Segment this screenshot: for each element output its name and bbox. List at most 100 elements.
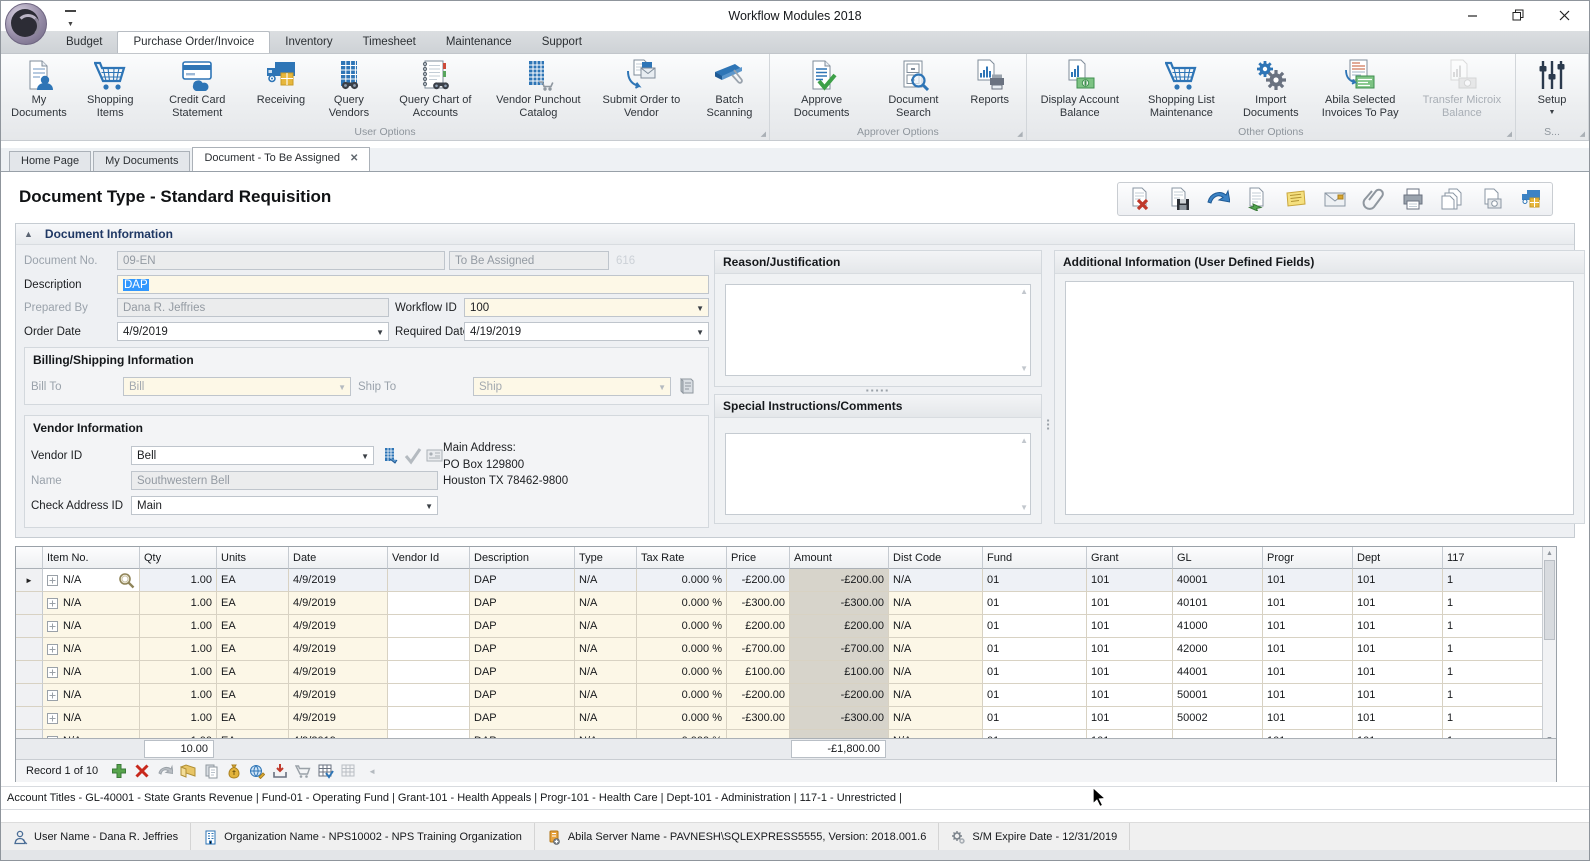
special-instructions-textarea[interactable]: ▲ ▼	[725, 433, 1031, 515]
column-header-gl[interactable]: GL	[1173, 547, 1263, 569]
cell-progr[interactable]: 101	[1263, 730, 1353, 738]
cell-dept[interactable]: 101	[1353, 684, 1443, 707]
scroll-down-icon[interactable]: ▼	[1020, 364, 1028, 373]
cell-progr[interactable]: 101	[1263, 661, 1353, 684]
cell-dist-code[interactable]: N/A	[889, 638, 983, 661]
import-lines-icon[interactable]	[272, 763, 288, 779]
reason-justification-textarea[interactable]: ▲ ▼	[725, 284, 1031, 376]
cell-tax-rate[interactable]: 0.000 %	[637, 707, 727, 730]
delete-document-icon[interactable]	[1128, 187, 1152, 211]
cell-date[interactable]: 4/9/2019	[289, 661, 388, 684]
cell-fund[interactable]: 01	[983, 569, 1087, 592]
column-header-type[interactable]: Type	[575, 547, 637, 569]
cell-item-no[interactable]: N/A	[43, 730, 140, 738]
cell-gl[interactable]: 50001	[1173, 684, 1263, 707]
cell-grant[interactable]: 101	[1087, 638, 1173, 661]
collapse-chevron-icon[interactable]: ▲	[24, 229, 33, 239]
cell-description[interactable]: DAP	[470, 638, 575, 661]
workflow-id-combobox[interactable]: 100▼	[464, 298, 709, 317]
cell-qty[interactable]: 1.00	[140, 661, 217, 684]
cell-type[interactable]: N/A	[575, 684, 637, 707]
cell-type[interactable]: N/A	[575, 569, 637, 592]
cell-qty[interactable]: 1.00	[140, 569, 217, 592]
add-record-icon[interactable]	[111, 763, 127, 779]
cell-tax-rate[interactable]: 0.000 %	[637, 569, 727, 592]
section-header[interactable]: ▲ Document Information	[16, 224, 1574, 245]
cell-description[interactable]: DAP	[470, 684, 575, 707]
document-tab-my-documents[interactable]: My Documents	[93, 151, 190, 171]
ribbon-button-query-chart-of-accounts[interactable]: Query Chart of Accounts	[384, 57, 487, 119]
cell-qty[interactable]: 1.00	[140, 684, 217, 707]
ribbon-button-import-documents[interactable]: Import Documents	[1233, 57, 1309, 119]
cell-date[interactable]: 4/9/2019	[289, 569, 388, 592]
document-tab-home-page[interactable]: Home Page	[9, 151, 91, 171]
cell-dist-code[interactable]: N/A	[889, 707, 983, 730]
cell-qty[interactable]: 1.00	[140, 638, 217, 661]
ribbon-button-my-documents[interactable]: My Documents	[4, 57, 74, 119]
grid-vertical-scrollbar[interactable]: ▲▼	[1542, 547, 1556, 746]
cell-grant[interactable]: 101	[1087, 661, 1173, 684]
cell-fund[interactable]: 01	[983, 638, 1087, 661]
chevron-down-icon[interactable]: ▼	[376, 328, 384, 337]
undo-record-icon[interactable]	[157, 763, 173, 779]
cell-gl[interactable]: 44001	[1173, 661, 1263, 684]
cell-date[interactable]: 4/9/2019	[289, 707, 388, 730]
cell-grant[interactable]: 101	[1087, 707, 1173, 730]
cart-lines-icon[interactable]	[295, 763, 311, 779]
column-header-amount[interactable]: Amount	[790, 547, 889, 569]
cell-item-no[interactable]: N/A	[43, 569, 140, 592]
vertical-splitter[interactable]: ▪▪▪	[1045, 419, 1051, 431]
cell-type[interactable]: N/A	[575, 707, 637, 730]
cell-units[interactable]: EA	[217, 707, 289, 730]
notes-icon[interactable]	[1284, 187, 1308, 211]
cell-item-no[interactable]: N/A	[43, 684, 140, 707]
cell-dist-code[interactable]: N/A	[889, 615, 983, 638]
grid-row[interactable]: N/A1.00EA4/9/2019DAPN/A0.000 %-£200.00-£…	[16, 684, 1556, 707]
required-date-picker[interactable]: 4/19/2019▼	[464, 322, 709, 341]
cell-tax-rate[interactable]: 0.000 %	[637, 661, 727, 684]
cell-fund[interactable]: 01	[983, 615, 1087, 638]
column-header-117[interactable]: 117	[1443, 547, 1543, 569]
column-header-tax-rate[interactable]: Tax Rate	[637, 547, 727, 569]
cell-units[interactable]: EA	[217, 684, 289, 707]
close-button[interactable]	[1541, 1, 1587, 29]
additional-information-area[interactable]	[1065, 281, 1574, 515]
cell-fund[interactable]: 01	[983, 661, 1087, 684]
ribbon-tab-maintenance[interactable]: Maintenance	[431, 31, 527, 53]
cell-gl[interactable]: 40101	[1173, 592, 1263, 615]
email-icon[interactable]	[1323, 187, 1347, 211]
cell-date[interactable]: 4/9/2019	[289, 684, 388, 707]
cell-date[interactable]: 4/9/2019	[289, 592, 388, 615]
cell-grant[interactable]: 101	[1087, 684, 1173, 707]
ribbon-button-shopping-list-maintenance[interactable]: Shopping List Maintenance	[1130, 57, 1233, 119]
cell-dept[interactable]: 101	[1353, 707, 1443, 730]
scroll-up-icon[interactable]: ▲	[1020, 287, 1028, 296]
cell-item-no[interactable]: N/A	[43, 707, 140, 730]
paste-lines-icon[interactable]	[203, 763, 219, 779]
cell-117[interactable]: 1	[1443, 684, 1543, 707]
ribbon-tab-inventory[interactable]: Inventory	[270, 31, 347, 53]
cell-117[interactable]: 1	[1443, 661, 1543, 684]
cell-amount[interactable]: -£300.00	[790, 592, 889, 615]
cell-date[interactable]: 4/9/2019	[289, 615, 388, 638]
minimize-button[interactable]	[1449, 1, 1495, 29]
address-book-icon[interactable]	[677, 376, 696, 395]
cell-gl[interactable]: 41000	[1173, 615, 1263, 638]
cell-description[interactable]: DAP	[470, 730, 575, 738]
scroll-up-icon[interactable]: ▲	[1543, 550, 1556, 557]
grid-row[interactable]: N/A1.00EA4/9/2019DAPN/A0.000 %£100.00£10…	[16, 661, 1556, 684]
ribbon-button-credit-card-statement[interactable]: Credit Card Statement	[147, 57, 248, 119]
cell-vendor-id[interactable]	[388, 569, 470, 592]
column-header-dept[interactable]: Dept	[1353, 547, 1443, 569]
cell-price[interactable]: -£700.00	[727, 638, 790, 661]
cell-item-no[interactable]: N/A	[43, 638, 140, 661]
cell-price[interactable]	[727, 730, 790, 738]
cell-units[interactable]: EA	[217, 661, 289, 684]
dialog-launcher-icon[interactable]: ◢	[1017, 130, 1022, 138]
cell-progr[interactable]: 101	[1263, 638, 1353, 661]
cell-gl[interactable]: 42000	[1173, 638, 1263, 661]
cell-price[interactable]: -£200.00	[727, 569, 790, 592]
scrollbar-thumb[interactable]	[1544, 560, 1555, 640]
column-header-units[interactable]: Units	[217, 547, 289, 569]
ribbon-tab-purchase-order-invoice[interactable]: Purchase Order/Invoice	[117, 31, 270, 53]
